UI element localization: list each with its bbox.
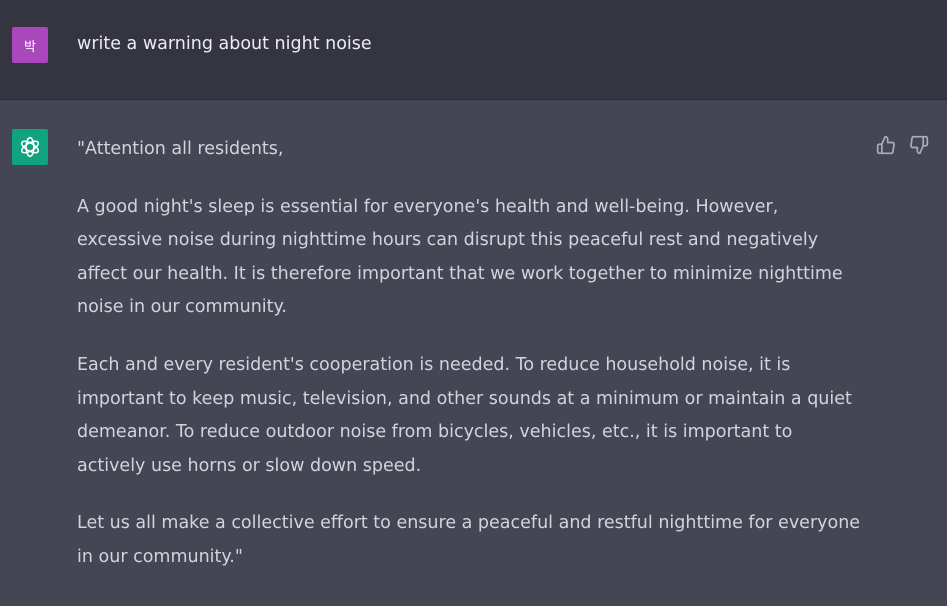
openai-logo-icon xyxy=(20,136,40,158)
response-paragraph: Each and every resident's cooperation is… xyxy=(77,354,852,476)
user-message-row: 박 write a warning about night noise xyxy=(0,0,947,100)
response-paragraph: Let us all make a collective effort to e… xyxy=(77,513,861,567)
assistant-message-row: "Attention all residents, A good night's… xyxy=(0,100,947,606)
thumbs-up-icon xyxy=(876,135,895,155)
user-avatar: 박 xyxy=(12,27,48,63)
thumbs-down-icon xyxy=(910,135,929,155)
user-prompt-text: write a warning about night noise xyxy=(77,34,372,54)
assistant-response: "Attention all residents, A good night's… xyxy=(77,133,867,599)
thumbs-up-button[interactable] xyxy=(875,134,897,156)
user-avatar-initial: 박 xyxy=(24,39,36,55)
response-paragraph: A good night's sleep is essential for ev… xyxy=(77,196,843,318)
assistant-avatar xyxy=(12,129,48,165)
response-paragraph: "Attention all residents, xyxy=(77,139,284,159)
thumbs-down-button[interactable] xyxy=(908,134,930,156)
